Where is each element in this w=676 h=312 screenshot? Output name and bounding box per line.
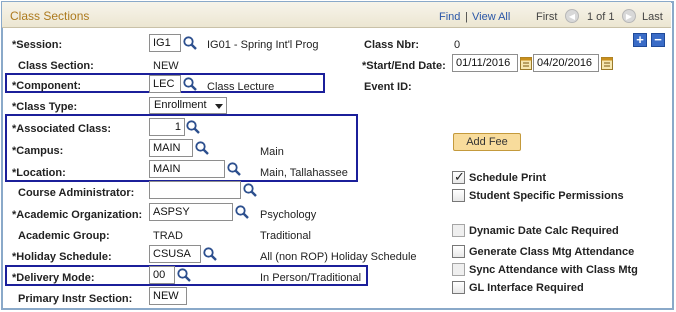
- component-input[interactable]: LEC: [149, 75, 181, 93]
- location-input[interactable]: MAIN: [149, 160, 225, 178]
- magnifier-icon[interactable]: [226, 161, 242, 177]
- class-type-value: Enrollment: [154, 99, 207, 111]
- campus-label: *Campus:: [12, 145, 64, 157]
- chevron-down-icon: [215, 104, 223, 109]
- generate-class-mtg-attendance-checkbox[interactable]: [452, 245, 465, 258]
- schedule-print-label: Schedule Print: [469, 172, 547, 184]
- header-separator: |: [465, 11, 468, 23]
- student-specific-permissions-label: Student Specific Permissions: [469, 190, 624, 202]
- session-input[interactable]: IG1: [149, 34, 181, 52]
- add-fee-button[interactable]: Add Fee: [453, 133, 521, 151]
- calendar-icon[interactable]: [520, 56, 532, 70]
- location-label: *Location:: [12, 167, 66, 179]
- class-section-value: NEW: [153, 60, 179, 72]
- class-type-dropdown[interactable]: Enrollment: [149, 97, 227, 114]
- component-description: Class Lecture: [207, 81, 275, 93]
- gl-interface-required-checkbox[interactable]: [452, 281, 465, 294]
- end-date-input[interactable]: 04/20/2016: [533, 54, 599, 72]
- academic-group-label: Academic Group:: [18, 230, 110, 242]
- associated-class-input[interactable]: 1: [149, 118, 185, 136]
- class-nbr-value: 0: [454, 39, 461, 51]
- find-link[interactable]: Find: [439, 11, 460, 23]
- component-label: *Component:: [12, 80, 82, 92]
- location-description: Main, Tallahassee: [260, 167, 348, 179]
- academic-org-input[interactable]: ASPSY: [149, 203, 233, 221]
- sync-attendance-checkbox: [452, 263, 465, 276]
- class-section-label: Class Section:: [18, 60, 94, 72]
- magnifier-icon[interactable]: [234, 204, 250, 220]
- session-label: *Session:: [12, 39, 63, 51]
- event-id-label: Event ID:: [364, 81, 412, 93]
- magnifier-icon[interactable]: [202, 246, 218, 262]
- session-description: IG01 - Spring Int'l Prog: [207, 39, 319, 51]
- panel-title: Class Sections: [10, 9, 90, 23]
- magnifier-icon[interactable]: [194, 140, 210, 156]
- academic-group-description: Traditional: [260, 230, 311, 242]
- academic-org-description: Psychology: [260, 209, 317, 221]
- last-label: Last: [642, 11, 663, 23]
- magnifier-icon[interactable]: [182, 35, 198, 51]
- dynamic-date-calc-label: Dynamic Date Calc Required: [469, 225, 619, 237]
- start-date-input[interactable]: 01/11/2016: [452, 54, 518, 72]
- schedule-print-checkbox[interactable]: ✓: [452, 169, 465, 184]
- calendar-icon[interactable]: [601, 56, 613, 70]
- delivery-mode-description: In Person/Traditional: [260, 272, 362, 284]
- add-row-button[interactable]: +: [633, 33, 647, 47]
- view-all-link[interactable]: View All: [472, 11, 510, 23]
- primary-instr-label: Primary Instr Section:: [18, 293, 133, 305]
- academic-group-value: TRAD: [153, 230, 183, 242]
- course-admin-input[interactable]: [149, 181, 241, 199]
- start-end-date-label: *Start/End Date:: [362, 60, 446, 72]
- dynamic-date-calc-checkbox: [452, 224, 465, 237]
- delivery-mode-input[interactable]: 00: [149, 266, 175, 284]
- associated-class-label: *Associated Class:: [12, 123, 112, 135]
- generate-class-mtg-attendance-label: Generate Class Mtg Attendance: [469, 246, 635, 258]
- previous-arrow-icon[interactable]: ◀: [565, 9, 579, 23]
- magnifier-icon[interactable]: [182, 76, 198, 92]
- primary-instr-input[interactable]: NEW: [149, 287, 187, 305]
- holiday-schedule-description: All (non ROP) Holiday Schedule: [260, 251, 417, 263]
- magnifier-icon[interactable]: [176, 267, 192, 283]
- campus-description: Main: [260, 146, 284, 158]
- first-label: First: [536, 11, 558, 23]
- academic-org-label: *Academic Organization:: [12, 209, 143, 221]
- delete-row-button[interactable]: −: [651, 33, 665, 47]
- student-specific-permissions-checkbox[interactable]: [452, 189, 465, 202]
- holiday-schedule-input[interactable]: CSUSA: [149, 245, 201, 263]
- class-nbr-label: Class Nbr:: [364, 39, 420, 51]
- gl-interface-required-label: GL Interface Required: [469, 282, 584, 294]
- course-admin-label: Course Administrator:: [18, 187, 135, 199]
- magnifier-icon[interactable]: [185, 119, 201, 135]
- sync-attendance-label: Sync Attendance with Class Mtg: [469, 264, 638, 276]
- class-type-label: *Class Type:: [12, 101, 78, 113]
- page-info: 1 of 1: [587, 11, 615, 23]
- holiday-schedule-label: *Holiday Schedule:: [12, 251, 112, 263]
- campus-input[interactable]: MAIN: [149, 139, 193, 157]
- delivery-mode-label: *Delivery Mode:: [12, 272, 95, 284]
- next-arrow-icon[interactable]: ▶: [622, 9, 636, 23]
- magnifier-icon[interactable]: [242, 182, 258, 198]
